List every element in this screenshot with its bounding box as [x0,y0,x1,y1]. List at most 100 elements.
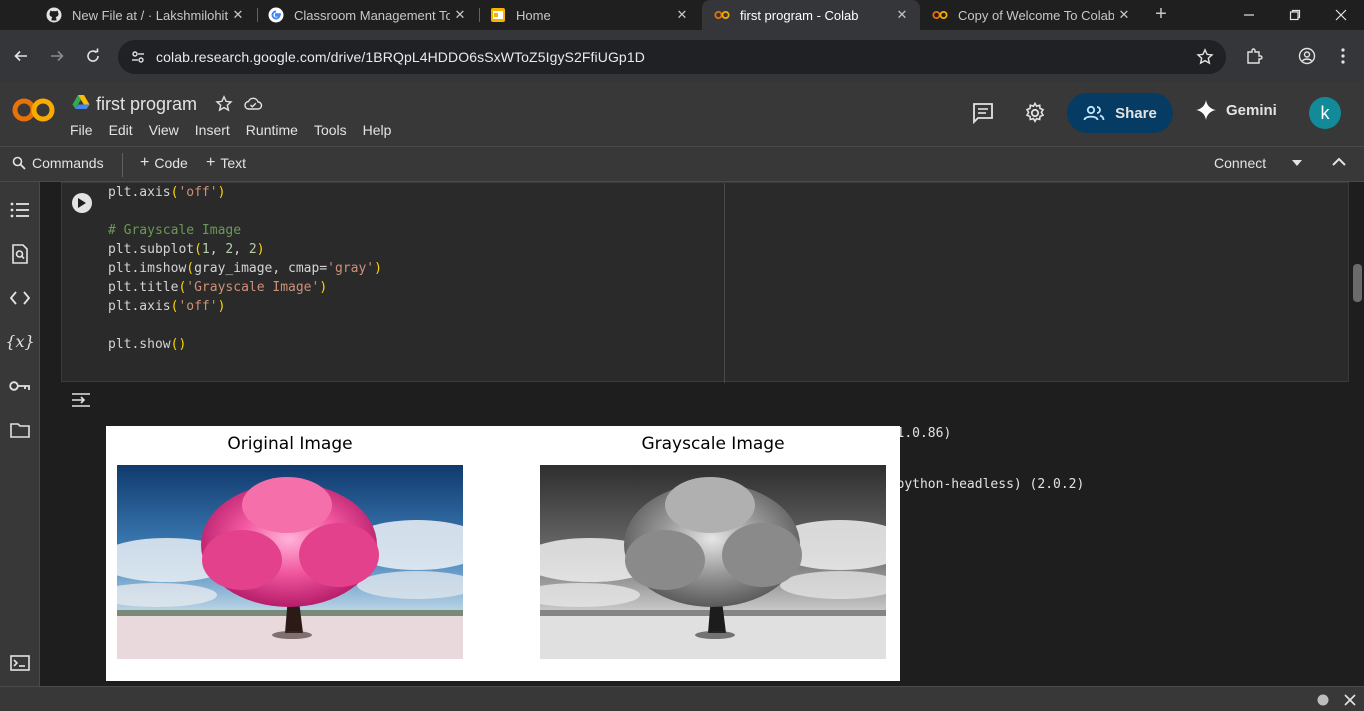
code-token: ) [319,280,328,295]
code-line: plt.show() [108,335,382,354]
share-label: Share [1115,104,1157,122]
google-drive-icon [72,94,90,115]
colab-icon [932,7,948,23]
commands-button[interactable]: Commands [12,155,104,171]
connect-label: Connect [1214,155,1267,171]
cloud-saved-icon[interactable] [243,96,263,112]
star-icon[interactable] [215,95,233,113]
code-token: 'off' [178,185,218,200]
browser-tab-welcome-colab[interactable]: Copy of Welcome To Colab ✕ [920,0,1142,30]
close-icon[interactable]: ✕ [672,7,692,23]
collapse-header-icon[interactable] [1332,157,1346,166]
menu-tools[interactable]: Tools [314,122,347,138]
share-button[interactable]: Share [1067,93,1173,133]
vertical-scrollbar[interactable] [1351,182,1364,686]
close-icon[interactable]: ✕ [1114,7,1134,23]
window-close-icon[interactable] [1318,0,1364,30]
menu-runtime[interactable]: Runtime [246,122,298,138]
run-cell-button[interactable] [72,193,92,213]
site-settings-icon[interactable] [128,49,148,65]
menu-view[interactable]: View [149,122,179,138]
add-code-button[interactable]: + Code [140,154,188,172]
scrollbar-thumb[interactable] [1353,264,1362,302]
code-token: 1 [201,242,210,257]
code-token: () [170,337,187,352]
code-token: gray_image, cmap= [194,261,328,276]
grayscale-tree-image [540,465,886,659]
gemini-button[interactable]: Gemini [1196,100,1277,120]
back-arrow-icon[interactable] [9,44,33,68]
avatar[interactable]: k [1309,97,1341,129]
address-bar[interactable]: colab.research.google.com/drive/1BRQpL4H… [118,40,1226,74]
menu-file[interactable]: File [70,122,93,138]
menu-help[interactable]: Help [363,122,392,138]
plus-icon: + [206,154,216,171]
bookmark-star-icon[interactable] [1196,48,1214,71]
extensions-icon[interactable] [1244,46,1264,66]
code-token: ) [374,261,382,276]
colab-logo-icon[interactable] [12,96,56,124]
original-image-title: Original Image [227,434,353,454]
table-of-contents-icon[interactable] [9,199,31,221]
tab-title: Home [516,7,551,23]
browser-tab-github[interactable]: New File at / · Lakshmilohith ✕ [34,0,256,30]
notebook-toolbar: Commands + Code + Text Connect [0,146,1364,182]
toolbar-divider [122,153,123,177]
new-tab-button[interactable]: + [1150,3,1172,25]
files-folder-icon[interactable] [9,419,31,441]
code-token: plt.axis [108,185,171,200]
code-line: plt.subplot(1, 2, 2) [108,240,382,259]
settings-gear-icon[interactable] [1022,100,1048,126]
close-icon[interactable]: ✕ [892,7,912,23]
menu-edit[interactable]: Edit [109,122,133,138]
search-icon [12,156,26,170]
variables-icon[interactable]: {𝑥} [5,330,34,352]
code-token: plt.axis [108,299,171,314]
add-text-label: Text [220,155,247,171]
profile-icon[interactable] [1297,46,1317,66]
reload-icon[interactable] [81,44,105,68]
code-token: plt.subplot [108,242,195,257]
menu-bar: File Edit View Insert Runtime Tools Help [70,122,407,138]
terminal-icon[interactable] [9,652,31,674]
close-icon[interactable] [1343,693,1357,707]
code-token: 'Grayscale Image' [186,280,320,295]
code-token: plt.imshow [108,261,187,276]
browser-tab-home[interactable]: Home ✕ [478,0,700,30]
code-token: 2 [248,242,257,257]
secrets-key-icon[interactable] [9,375,31,397]
notebook-title[interactable]: first program [96,94,197,115]
restore-icon[interactable] [1272,0,1318,30]
browser-toolbar: colab.research.google.com/drive/1BRQpL4H… [0,30,1364,82]
browser-tab-first-program[interactable]: first program - Colab ✕ [702,0,920,30]
play-icon [78,198,86,208]
tab-title: first program - Colab [740,7,859,23]
code-token: ( [186,261,195,276]
colab-icon [714,7,730,23]
code-token: # Grayscale Image [108,223,242,238]
plus-icon: + [140,154,150,171]
code-token: 'gray' [327,261,375,276]
code-snippets-icon[interactable] [9,287,31,309]
forward-arrow-icon[interactable] [45,44,69,68]
gemini-sparkle-icon [1196,100,1216,120]
connect-button[interactable]: Connect [1214,155,1303,171]
menu-insert[interactable]: Insert [195,122,230,138]
minimize-icon[interactable] [1226,0,1272,30]
output-toggle-icon[interactable] [70,390,92,410]
add-text-button[interactable]: + Text [206,154,247,172]
find-replace-icon[interactable] [9,243,31,265]
browser-tab-classroom[interactable]: Classroom Management Tool ✕ [256,0,478,30]
code-cell[interactable]: plt.axis ( 'off') # Grayscale Image plt.subp… [61,182,1349,383]
editor-ruler [724,183,725,383]
original-tree-image [117,465,463,659]
code-editor[interactable]: plt.axis ( 'off') # Grayscale Image plt.subp… [108,183,382,354]
close-icon[interactable]: ✕ [228,7,248,23]
close-icon[interactable]: ✕ [450,7,470,23]
commands-label: Commands [32,155,104,171]
tab-title: Copy of Welcome To Colab [958,7,1114,23]
code-token: plt.show [108,337,171,352]
comments-icon[interactable] [970,100,996,126]
browser-menu-icon[interactable] [1333,46,1353,66]
